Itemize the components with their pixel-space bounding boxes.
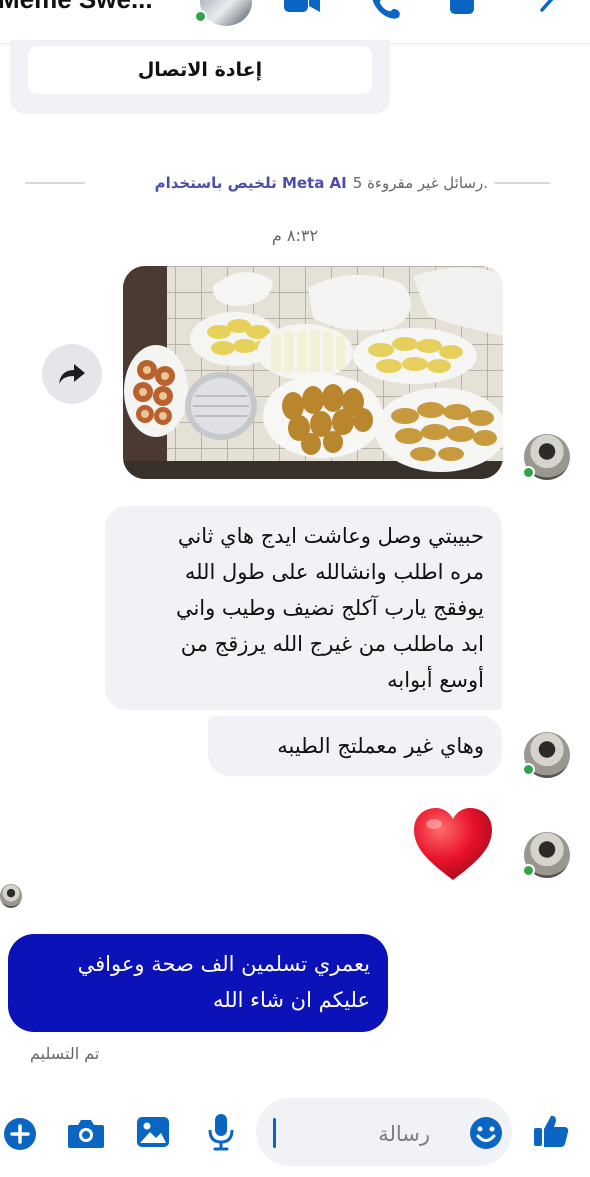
text-cursor: [273, 1118, 276, 1148]
forward-arrow-icon: [59, 364, 85, 384]
message-line: يوفقج يارب آكلج نضيف وطيب واني: [175, 596, 484, 620]
heart-emoji[interactable]: [412, 806, 494, 882]
chevron-icon[interactable]: [538, 0, 562, 20]
camera-icon[interactable]: [66, 1116, 106, 1150]
message-line: وهاي غير معملتج الطيبه: [277, 734, 484, 758]
unread-count: 5 رسائل غير مقروءة.: [352, 174, 488, 192]
message-line: ابد ماطلب من غيرج الله يرزقج من: [180, 632, 484, 656]
plus-icon[interactable]: [2, 1116, 38, 1152]
message-input[interactable]: [300, 1118, 430, 1150]
reconnect-button[interactable]: إعادة الاتصال: [28, 46, 372, 94]
microphone-icon[interactable]: [206, 1112, 236, 1152]
online-indicator: [194, 10, 207, 23]
message-line: مره اطلب وانشالله على طول الله: [184, 560, 484, 584]
gallery-icon[interactable]: [135, 1114, 171, 1150]
message-line: يعمري تسلمين الف صحة وعوافي: [77, 952, 370, 976]
unread-divider: 5 رسائل غير مقروءة. تلخيص باستخدام Meta …: [92, 170, 488, 196]
chat-header: Meme Swe...: [0, 0, 590, 44]
voice-call-icon[interactable]: [368, 0, 402, 20]
message-timestamp: ٨:٣٢ م: [271, 226, 319, 245]
delivery-status: تم التسليم: [30, 1044, 100, 1063]
contact-name[interactable]: Meme Swe...: [0, 0, 153, 15]
divider-line-left: [25, 182, 85, 184]
shared-photo[interactable]: [123, 266, 503, 479]
sent-message[interactable]: يعمري تسلمين الف صحة وعوافي عليكم ان شاء…: [8, 934, 388, 1032]
video-call-icon[interactable]: [282, 0, 322, 20]
received-message[interactable]: وهاي غير معملتج الطيبه: [208, 716, 502, 776]
divider-line-right: [494, 182, 550, 184]
food-photo: [123, 266, 503, 479]
online-indicator: [522, 466, 535, 479]
emoji-icon[interactable]: [468, 1115, 504, 1151]
online-indicator: [522, 763, 535, 776]
seen-receipt-avatar: [0, 884, 22, 908]
received-message[interactable]: حبيبتي وصل وعاشت ايدج هاي ثاني مره اطلب …: [105, 506, 502, 710]
online-indicator: [522, 864, 535, 877]
summarize-link[interactable]: تلخيص باستخدام Meta AI: [155, 174, 347, 192]
info-icon[interactable]: [448, 0, 476, 20]
message-line: حبيبتي وصل وعاشت ايدج هاي ثاني: [177, 524, 484, 548]
message-line: عليكم ان شاء الله: [213, 988, 370, 1012]
message-line: أوسع أبوابه: [387, 668, 484, 692]
contact-avatar[interactable]: [200, 0, 252, 26]
like-icon[interactable]: [532, 1112, 570, 1150]
share-button[interactable]: [42, 344, 102, 404]
chat-screen: Meme Swe... إعادة الاتصال 5 رسائل غير مق…: [0, 0, 590, 1177]
